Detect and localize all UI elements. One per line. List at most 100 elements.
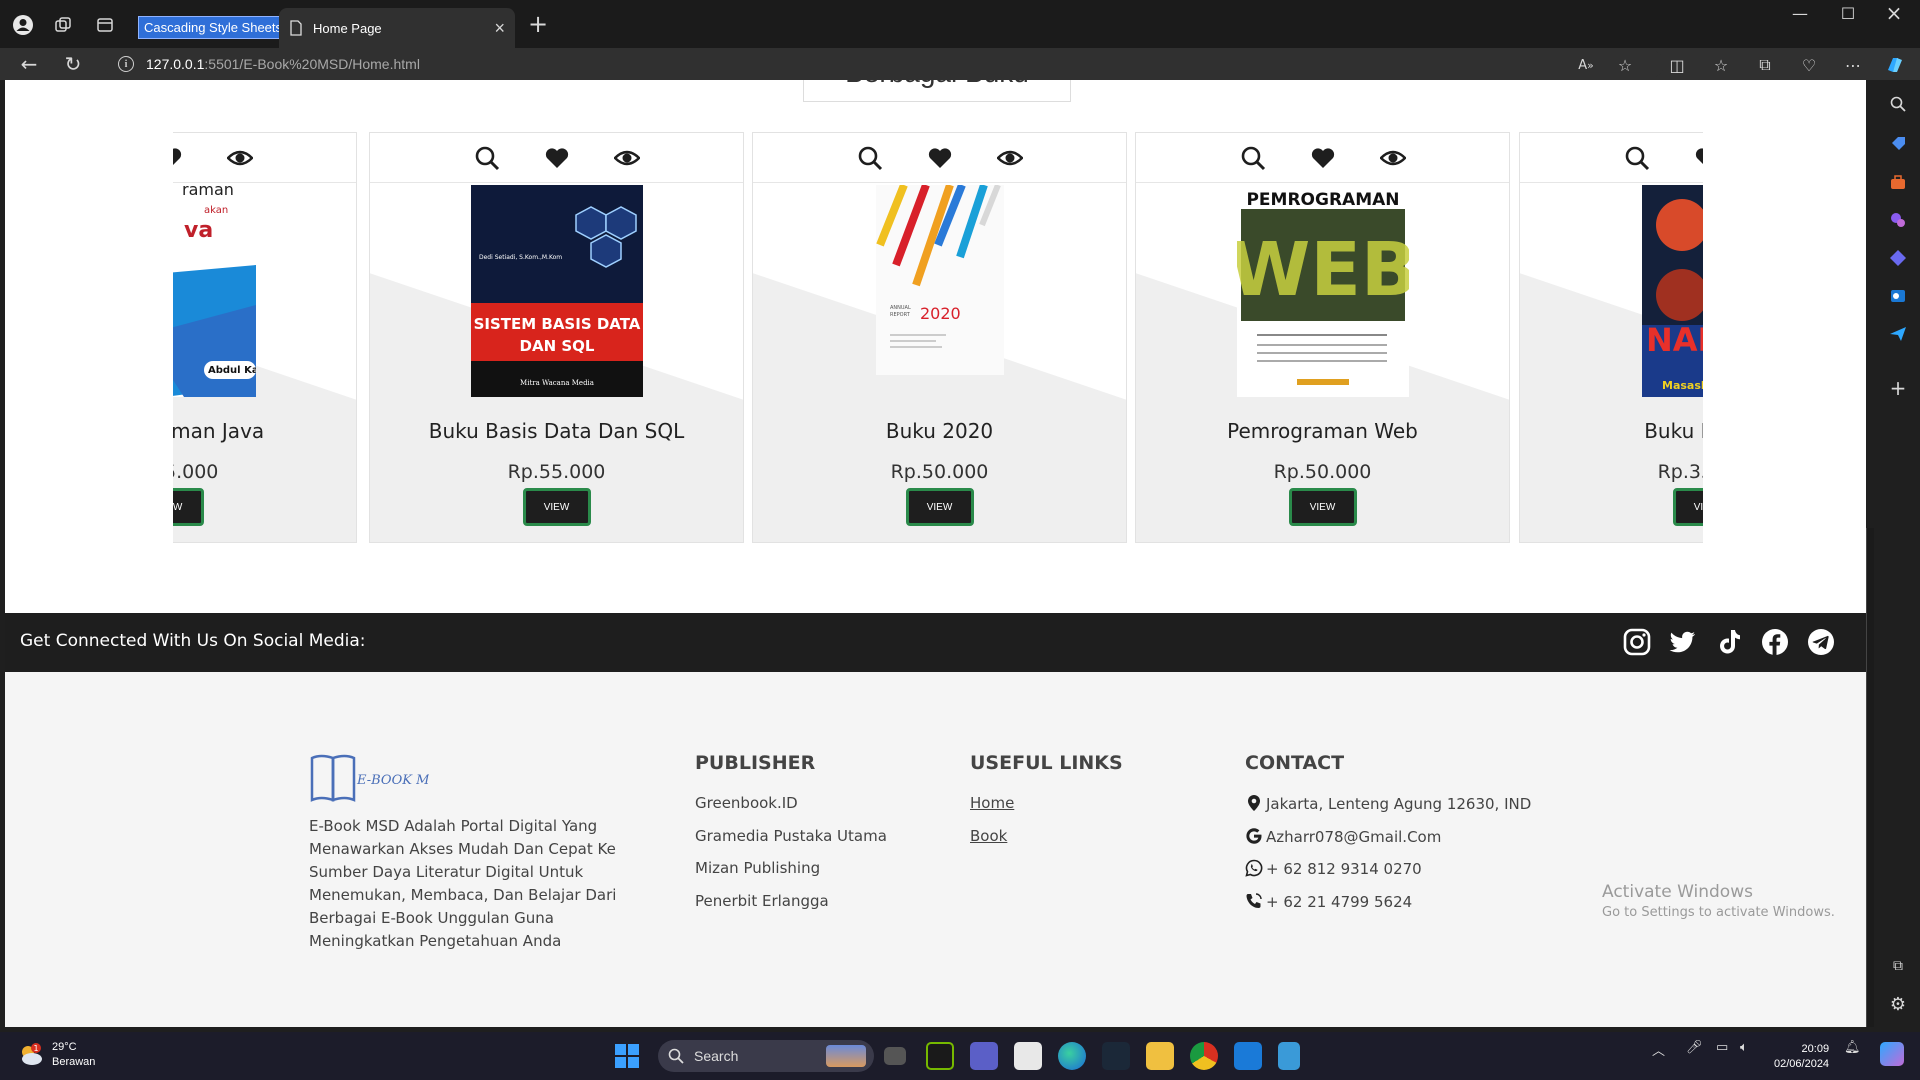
maximize-icon[interactable]: ☐ [1828,4,1868,23]
url-bar[interactable]: i 127.0.0.1:5501/E-Book%20MSD/Home.html [104,50,1664,78]
show-hidden-icons[interactable]: ︿ [1652,1040,1665,1059]
search-icon[interactable] [857,145,883,171]
browser-tab-bar: Cascading Style Sheets Home Page × + — ☐… [0,0,1920,48]
book-cover-java[interactable]: raman akan va Abdul Kadir [173,185,256,397]
sidebar-add-icon[interactable]: + [1886,376,1910,400]
eye-icon[interactable] [613,145,640,171]
ebook-msd-logo[interactable]: E-BOOK MSD [309,750,429,804]
chrome-icon[interactable] [1190,1042,1218,1070]
publisher-item: Gramedia Pustaka Utama [695,827,887,845]
cloud-weather-icon: 1 [22,1043,42,1065]
eye-icon[interactable] [1379,145,1406,171]
activate-windows-watermark: Activate Windows Go to Settings to activ… [1602,882,1835,920]
twitter-icon[interactable] [1668,627,1698,657]
sidebar-settings-icon[interactable]: ⚙ [1886,992,1910,1016]
taskbar-search[interactable]: Search [658,1040,874,1072]
start-button[interactable] [615,1044,639,1068]
collections-icon[interactable]: ⧉ [1754,54,1776,76]
volume-icon[interactable]: 🔈︎ [1740,1040,1748,1055]
close-tab-icon[interactable]: × [494,18,505,39]
back-icon[interactable]: ← [16,52,42,76]
heart-icon[interactable] [1694,145,1704,171]
view-button[interactable]: VIEW [522,488,591,526]
close-window-icon[interactable]: × [1874,1,1914,25]
clock-time: 20:09 [1801,1043,1830,1055]
minimize-icon[interactable]: — [1780,4,1820,23]
network-icon[interactable]: ▭ [1716,1040,1728,1055]
book-card: ANNUAL REPORT 2020 Buku 2020 Rp.50.000 V… [752,132,1127,543]
taskbar-clock[interactable]: 20:09 02/06/2024 [1774,1042,1829,1072]
book-cover-2020[interactable]: ANNUAL REPORT 2020 [875,185,1004,397]
book-price: Rp.50.000 [890,461,989,483]
favorite-star-icon[interactable]: ☆ [1614,54,1636,76]
split-screen-icon[interactable]: ◫ [1666,54,1688,76]
sidebar-shopping-icon[interactable] [1886,132,1910,156]
view-button[interactable]: VIEW [1672,488,1703,526]
page-scrollbar-thumb[interactable] [1866,528,1874,1027]
new-tab-icon[interactable]: + [528,12,548,36]
facebook-icon[interactable] [1760,627,1790,657]
weather-widget[interactable]: 1 29°C Berawan [18,1040,95,1070]
footer-link-book[interactable]: Book [970,827,1007,845]
heart-icon[interactable] [927,145,953,171]
heart-icon[interactable] [1310,145,1336,171]
workspaces-icon[interactable] [50,12,76,38]
card-actions [1520,133,1703,183]
book-cover-naruto[interactable]: NAR Masashi [1641,185,1703,397]
notifications-icon[interactable]: 🔔︎ [1844,1040,1861,1055]
publisher-item: Penerbit Erlangga [695,892,829,910]
sidebar-send-icon[interactable] [1886,322,1910,346]
task-view-icon[interactable] [884,1047,906,1065]
sidebar-hide-icon[interactable]: ⧉ [1886,954,1910,978]
copilot-taskbar-icon[interactable] [1880,1042,1904,1066]
sidebar-copilot-icon[interactable] [1886,246,1910,270]
footer-link-home[interactable]: Home [970,794,1014,812]
view-button[interactable]: VIEW [1288,488,1357,526]
vscode-icon[interactable] [1234,1042,1262,1070]
view-button[interactable]: VIEW [173,488,204,526]
heart-icon[interactable] [173,145,183,171]
instagram-icon[interactable] [1622,627,1652,657]
tab-css[interactable]: Cascading Style Sheets [138,10,289,44]
eye-icon[interactable] [226,145,253,171]
site-info-icon[interactable]: i [118,56,134,72]
search-icon[interactable] [1624,145,1650,171]
book-cover-sql[interactable]: Dedi Setiadi, S.Kom.,M.Kom SISTEM BASIS … [470,185,643,397]
tab-actions-icon[interactable] [92,12,118,38]
book-cover-web[interactable]: PEMROGRAMAN WEB [1236,185,1409,397]
more-menu-icon[interactable]: ⋯ [1842,54,1864,76]
edge-icon[interactable] [1058,1042,1086,1070]
search-icon[interactable] [474,145,500,171]
tab-home-page[interactable]: Home Page × [279,8,515,48]
sidebar-tools-icon[interactable] [1886,170,1910,194]
contact-heading: CONTACT [1245,752,1345,774]
file-explorer-icon[interactable] [1146,1042,1174,1070]
sidebar-games-icon[interactable] [1886,208,1910,232]
telegram-icon[interactable] [1806,627,1836,657]
view-button[interactable]: VIEW [905,488,974,526]
browser-essentials-icon[interactable]: ♡ [1798,54,1820,76]
nvidia-icon[interactable] [926,1042,954,1070]
search-icon[interactable] [1240,145,1266,171]
copilot-icon[interactable] [1884,54,1906,76]
heart-icon[interactable] [544,145,570,171]
edge-sidebar: + ⧉ ⚙ [1876,80,1920,1030]
profile-icon[interactable] [10,12,36,38]
eye-icon[interactable] [996,145,1023,171]
svg-text:PEMROGRAMAN: PEMROGRAMAN [1246,190,1399,210]
steam-icon[interactable] [1102,1042,1130,1070]
read-aloud-icon[interactable]: A» [1575,54,1597,76]
notepad-icon[interactable] [1278,1042,1300,1070]
sidebar-outlook-icon[interactable] [1886,284,1910,308]
refresh-icon[interactable]: ↻ [60,52,86,76]
store-icon[interactable] [1014,1042,1042,1070]
tiktok-icon[interactable] [1714,627,1744,657]
sidebar-search-icon[interactable] [1886,92,1910,116]
svg-text:ANNUAL: ANNUAL [890,305,911,311]
svg-text:WEB: WEB [1237,227,1409,313]
microphone-icon[interactable]: 🎤︎ [1686,1040,1703,1055]
svg-text:REPORT: REPORT [890,312,911,318]
favorites-icon[interactable]: ☆ [1710,54,1732,76]
teams-icon[interactable] [970,1042,998,1070]
svg-text:E-BOOK MSD: E-BOOK MSD [356,773,429,788]
